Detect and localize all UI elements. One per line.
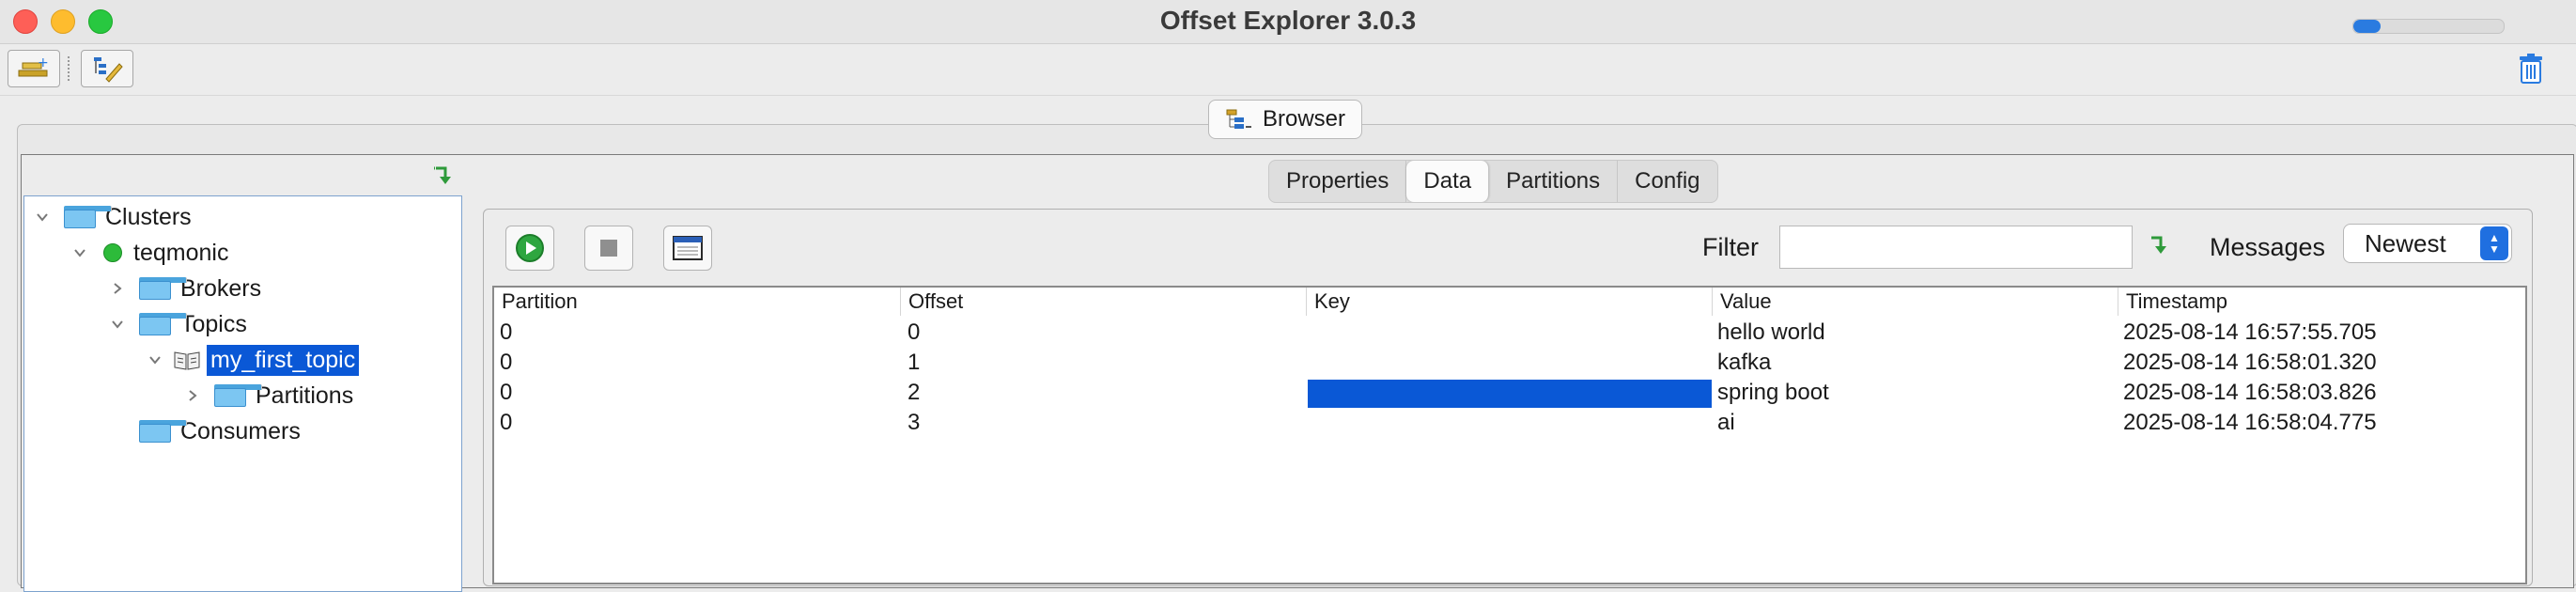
cell-value[interactable]: hello world [1712,318,2118,348]
tree-label-consumers: Consumers [180,417,301,444]
progress-fill [2353,20,2381,33]
tree-node-cluster[interactable]: teqmonic [73,236,228,270]
refresh-arrow-icon [2151,236,2166,254]
tab-properties[interactable]: Properties [1269,161,1407,202]
filter-input[interactable] [1779,226,2133,269]
cell-value[interactable]: spring boot [1712,378,2118,408]
folder-icon [214,384,262,407]
trash-icon [2520,54,2542,84]
chevron-down-icon[interactable] [111,318,124,331]
topic-tabs: Properties Data Partitions Config [1268,160,1718,203]
edit-icon [94,57,123,83]
window-title: Offset Explorer 3.0.3 [1159,6,1417,35]
filter-label: Filter [1702,233,1759,261]
play-icon [516,234,544,262]
cell-timestamp[interactable]: 2025-08-14 16:57:55.705 [2118,318,2523,348]
refresh-arrow-icon [434,166,451,184]
cell-key[interactable] [1308,348,1712,378]
column-header-key[interactable]: Key [1306,288,1712,316]
messages-label: Messages [2210,233,2326,261]
cell-offset[interactable]: 2 [902,378,1306,408]
column-header-partition[interactable]: Partition [494,288,900,316]
topic-book-icon [174,351,200,370]
chevron-down-icon[interactable] [148,353,162,366]
chevron-down-icon[interactable] [73,246,86,259]
cell-timestamp[interactable]: 2025-08-14 16:58:04.775 [2118,408,2523,438]
connected-status-icon [103,243,122,262]
apply-filter-button[interactable] [2148,235,2172,262]
tree-label-topics: Topics [180,310,247,337]
tree-label-topic: my_first_topic [207,344,360,376]
cell-timestamp[interactable]: 2025-08-14 16:58:01.320 [2118,348,2523,378]
tree-label-cluster: teqmonic [133,239,229,266]
column-header-value[interactable]: Value [1712,288,2118,316]
stop-icon [600,240,617,257]
select-arrows-icon[interactable]: ▲ ▼ [2480,226,2508,260]
folder-icon [139,313,187,335]
tree-node-consumers[interactable]: Consumers [139,414,301,448]
messages-select-value: Newest [2365,228,2446,257]
tree-node-partitions[interactable]: Partitions [186,379,353,413]
toolbar [0,44,2576,96]
tree-node-brokers[interactable]: Brokers [111,272,261,305]
tree-node-topic[interactable]: my_first_topic [148,343,360,377]
tree-node-topics[interactable]: Topics [111,307,247,341]
add-cluster-button[interactable]: + [8,50,60,87]
folder-icon [139,277,187,300]
stop-button[interactable] [584,226,633,271]
cell-partition[interactable]: 0 [494,408,900,438]
tree-node-clusters[interactable]: Clusters [36,200,192,234]
tree-label-clusters: Clusters [105,203,192,230]
tree-label-partitions: Partitions [256,382,354,409]
tree-refresh-button[interactable] [432,165,457,193]
column-header-offset[interactable]: Offset [900,288,1306,316]
chevron-right-icon[interactable] [111,282,124,295]
progress-bar [2352,19,2505,34]
cell-value[interactable]: ai [1712,408,2118,438]
tab-config[interactable]: Config [1618,161,1716,202]
cell-partition[interactable]: 0 [494,348,900,378]
view-options-button[interactable] [663,226,712,271]
add-cluster-icon: + [18,55,49,77]
column-header-timestamp[interactable]: Timestamp [2118,288,2523,316]
edit-button[interactable] [81,50,133,87]
chevron-right-icon[interactable] [186,389,199,402]
chevron-down-icon[interactable] [36,210,49,224]
folder-icon [139,420,187,443]
cluster-tree[interactable]: Clusters teqmonic Brokers Topics my_firs… [23,195,462,592]
tree-label-brokers: Brokers [180,274,262,302]
browser-button[interactable]: Browser [1208,100,1362,139]
browser-label: Browser [1262,106,1346,132]
tab-data[interactable]: Data [1406,161,1490,202]
cell-partition[interactable]: 0 [494,378,900,408]
browser-icon [1226,109,1251,129]
cell-timestamp[interactable]: 2025-08-14 16:58:03.826 [2118,378,2523,408]
cell-key[interactable] [1308,408,1712,438]
cell-offset[interactable]: 1 [902,348,1306,378]
delete-button[interactable] [2516,53,2546,89]
tab-partitions[interactable]: Partitions [1489,161,1619,202]
cell-offset[interactable]: 3 [902,408,1306,438]
svg-text:+: + [38,55,49,70]
cell-offset[interactable]: 0 [902,318,1306,348]
toolbar-separator [68,56,71,81]
cell-partition[interactable]: 0 [494,318,900,348]
cell-key[interactable] [1308,318,1712,348]
cell-value[interactable]: kafka [1712,348,2118,378]
run-button[interactable] [505,226,554,271]
cell-key-selected[interactable] [1308,380,1712,408]
window-icon [673,236,703,260]
folder-icon [64,206,112,228]
